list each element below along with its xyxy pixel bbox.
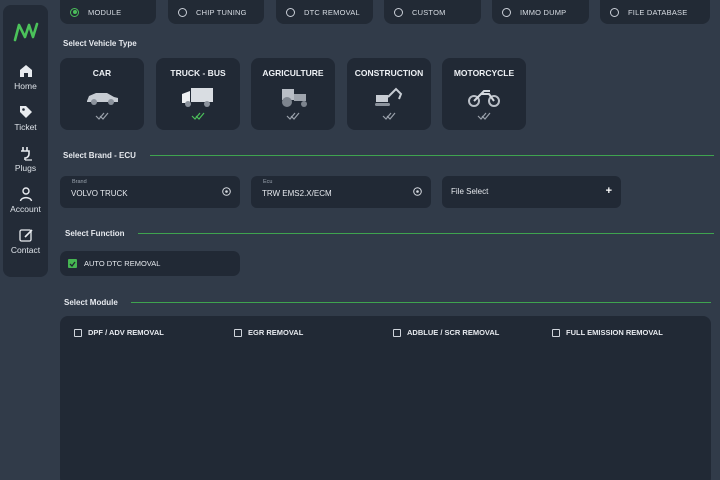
vehicle-card-construction[interactable]: CONSTRUCTION [347, 58, 431, 130]
brand-ecu-section-title: Select Brand - ECU [63, 151, 136, 160]
ecu-value: TRW EMS2.X/ECM [262, 189, 332, 198]
brand-select[interactable]: Brand VOLVO TRUCK [60, 176, 240, 208]
ecu-select[interactable]: Ecu TRW EMS2.X/ECM [251, 176, 431, 208]
motorcycle-icon [468, 90, 500, 107]
mode-label: DTC REMOVAL [304, 7, 360, 17]
vehicle-name: CAR [92, 68, 112, 78]
module-section-title: Select Module [64, 298, 118, 307]
plug-icon [20, 147, 32, 161]
sidebar: Home Ticket Plugs Account Contact [3, 5, 48, 277]
function-option-label: AUTO DTC REMOVAL [84, 259, 161, 268]
auto-dtc-removal-checkbox[interactable]: AUTO DTC REMOVAL [60, 251, 240, 276]
excavator-icon [375, 87, 403, 106]
sidebar-item-label: Contact [10, 245, 41, 255]
module-option-label: ADBLUE / SCR REMOVAL [407, 328, 500, 337]
checkbox-icon [393, 328, 401, 337]
module-option-label: FULL EMISSION REMOVAL [566, 328, 663, 337]
brand-label: Brand [72, 179, 87, 185]
check-icon [477, 112, 491, 120]
file-select-button[interactable]: File Select + [442, 176, 621, 208]
mode-label: CUSTOM [412, 7, 446, 17]
sidebar-item-home[interactable]: Home [3, 63, 48, 91]
checkbox-icon [234, 328, 242, 337]
mode-label: MODULE [88, 7, 122, 17]
user-icon [19, 187, 32, 202]
home-icon [19, 65, 32, 77]
vehicle-card-car[interactable]: CAR [60, 58, 144, 130]
module-panel: DPF / ADV REMOVAL EGR REMOVAL ADBLUE / S… [60, 316, 711, 480]
app-logo[interactable] [13, 21, 39, 43]
radio-icon [610, 7, 619, 17]
checkbox-checked-icon [68, 259, 77, 268]
radio-icon [502, 7, 511, 17]
dropdown-icon [222, 187, 231, 196]
sidebar-item-label: Ticket [14, 122, 37, 132]
plus-icon: + [605, 185, 612, 197]
sidebar-item-label: Account [10, 204, 41, 214]
module-option-label: EGR REMOVAL [248, 328, 304, 337]
brand-value: VOLVO TRUCK [71, 189, 128, 198]
check-icon [382, 112, 396, 120]
radio-selected-icon [70, 7, 79, 17]
edit-icon [18, 229, 33, 242]
vehicle-name: TRUCK - BUS [170, 68, 226, 78]
check-icon [286, 112, 300, 120]
mode-label: FILE DATABASE [628, 7, 688, 17]
vehicle-card-truck-bus[interactable]: TRUCK - BUS [156, 58, 240, 130]
function-section-title: Select Function [65, 229, 125, 238]
truck-icon [182, 88, 213, 107]
sidebar-item-ticket[interactable]: Ticket [3, 104, 48, 132]
vehicle-name: CONSTRUCTION [354, 68, 424, 78]
file-select-label: File Select [451, 187, 489, 196]
radio-icon [394, 7, 403, 17]
module-option-label: DPF / ADV REMOVAL [88, 328, 164, 337]
vehicle-card-agriculture[interactable]: AGRICULTURE [251, 58, 335, 130]
vehicle-card-motorcycle[interactable]: MOTORCYCLE [442, 58, 526, 130]
module-option-dpf[interactable]: DPF / ADV REMOVAL [74, 328, 164, 337]
sidebar-item-plugs[interactable]: Plugs [3, 145, 48, 173]
vehicle-name: MOTORCYCLE [453, 68, 515, 78]
vehicle-section-title: Select Vehicle Type [63, 39, 137, 48]
sidebar-item-contact[interactable]: Contact [3, 227, 48, 255]
sidebar-item-label: Plugs [14, 163, 37, 173]
ecu-label: Ecu [263, 179, 273, 185]
check-icon [191, 112, 205, 120]
sidebar-item-account[interactable]: Account [3, 186, 48, 214]
radio-icon [286, 7, 295, 17]
tag-icon [19, 106, 32, 118]
mode-chip-tuning[interactable]: CHIP TUNING [168, 0, 264, 24]
module-option-full-emission[interactable]: FULL EMISSION REMOVAL [552, 328, 663, 337]
section-divider [131, 302, 711, 303]
module-option-adblue[interactable]: ADBLUE / SCR REMOVAL [393, 328, 499, 337]
check-icon [95, 112, 109, 120]
sidebar-item-label: Home [14, 81, 37, 91]
tractor-icon [282, 89, 307, 107]
mode-file-database[interactable]: FILE DATABASE [600, 0, 710, 24]
dropdown-icon [413, 187, 422, 196]
mode-label: IMMO DUMP [520, 7, 567, 17]
mode-module[interactable]: MODULE [60, 0, 156, 24]
car-icon [87, 93, 118, 105]
section-divider [150, 155, 714, 156]
mode-dtc-removal[interactable]: DTC REMOVAL [276, 0, 373, 24]
section-divider [138, 233, 714, 234]
radio-icon [178, 7, 187, 17]
mode-label: CHIP TUNING [196, 7, 247, 17]
checkbox-icon [552, 328, 560, 337]
module-option-egr[interactable]: EGR REMOVAL [234, 328, 303, 337]
mode-immo-dump[interactable]: IMMO DUMP [492, 0, 589, 24]
checkbox-icon [74, 328, 82, 337]
vehicle-name: AGRICULTURE [262, 68, 324, 78]
mode-custom[interactable]: CUSTOM [384, 0, 481, 24]
